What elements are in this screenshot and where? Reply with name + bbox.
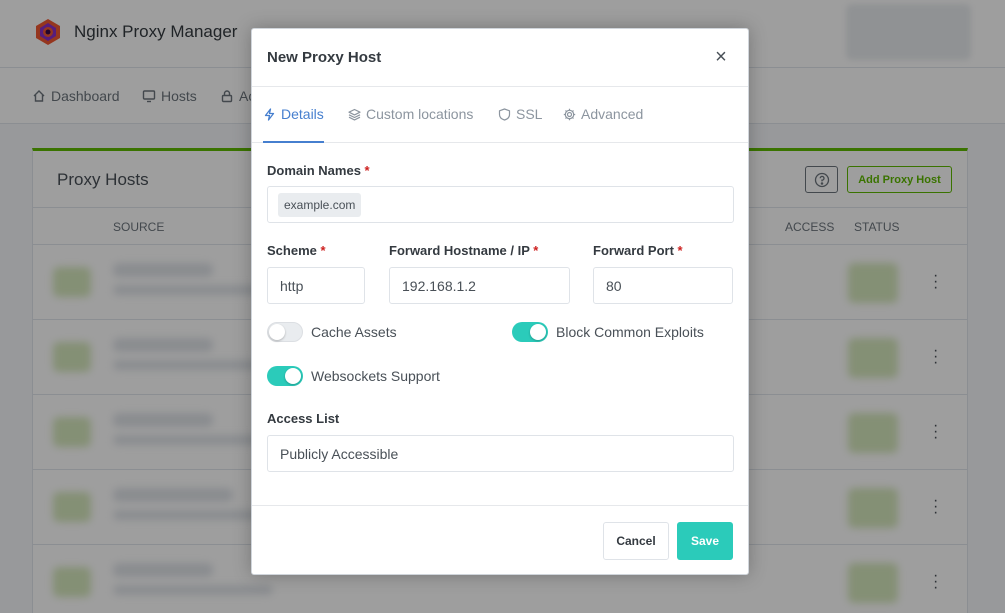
modal-tabs: Details Custom locations SSL Advanced bbox=[252, 87, 748, 143]
scheme-input[interactable]: http bbox=[267, 267, 365, 304]
tab-custom-locations-label: Custom locations bbox=[366, 106, 474, 122]
tab-advanced[interactable]: Advanced bbox=[563, 106, 643, 143]
toggle-switch-on[interactable] bbox=[267, 366, 303, 386]
websockets-support-label: Websockets Support bbox=[311, 368, 440, 384]
gear-icon bbox=[563, 108, 576, 121]
modal-title: New Proxy Host bbox=[267, 49, 382, 66]
toggle-switch-on[interactable] bbox=[512, 322, 548, 342]
cache-assets-toggle[interactable]: Cache Assets bbox=[267, 322, 397, 342]
tab-ssl-label: SSL bbox=[516, 106, 543, 122]
save-button[interactable]: Save bbox=[677, 522, 733, 560]
forward-port-input[interactable]: 80 bbox=[593, 267, 733, 304]
domain-names-label: Domain Names * bbox=[267, 163, 370, 178]
forward-port-label: Forward Port * bbox=[593, 243, 683, 258]
tab-details[interactable]: Details bbox=[263, 106, 324, 143]
lightning-icon bbox=[264, 108, 275, 121]
domain-chip[interactable]: example.com bbox=[278, 192, 362, 217]
toggle-switch-off[interactable] bbox=[267, 322, 303, 342]
cancel-button[interactable]: Cancel bbox=[603, 522, 669, 560]
cache-assets-label: Cache Assets bbox=[311, 324, 397, 340]
access-list-select[interactable]: Publicly Accessible bbox=[267, 435, 734, 472]
modal-footer: Cancel Save bbox=[252, 505, 748, 575]
block-common-exploits-toggle[interactable]: Block Common Exploits bbox=[512, 322, 704, 342]
tab-details-label: Details bbox=[281, 106, 324, 122]
tab-advanced-label: Advanced bbox=[581, 106, 644, 122]
access-list-label: Access List bbox=[267, 411, 340, 426]
websockets-support-toggle[interactable]: Websockets Support bbox=[267, 366, 440, 386]
layers-icon bbox=[348, 108, 361, 121]
forward-hostname-input[interactable]: 192.168.1.2 bbox=[389, 267, 570, 304]
modal-header: New Proxy Host × bbox=[252, 29, 748, 87]
forward-hostname-label: Forward Hostname / IP * bbox=[389, 243, 539, 258]
domain-names-input[interactable]: example.com bbox=[267, 186, 734, 223]
tab-custom-locations[interactable]: Custom locations bbox=[348, 106, 473, 143]
shield-icon bbox=[498, 108, 511, 121]
new-proxy-host-dialog: New Proxy Host × Details Custom location… bbox=[251, 28, 749, 575]
tab-ssl[interactable]: SSL bbox=[498, 106, 542, 143]
scheme-label: Scheme * bbox=[267, 243, 326, 258]
close-icon[interactable]: × bbox=[712, 47, 730, 67]
block-common-exploits-label: Block Common Exploits bbox=[556, 324, 704, 340]
